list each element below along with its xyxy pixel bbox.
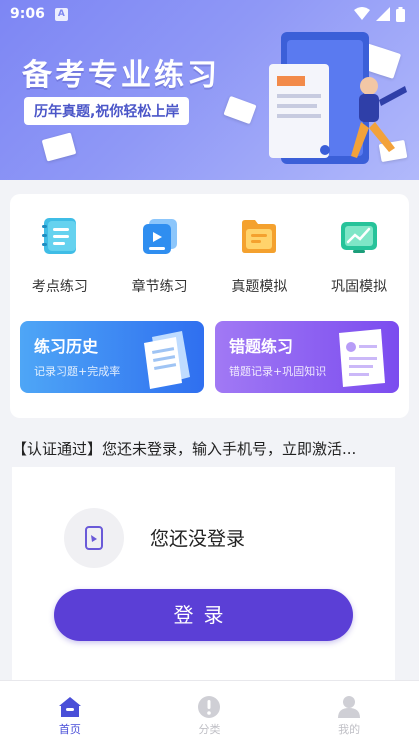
- tab-profile[interactable]: 我的: [279, 681, 419, 744]
- practice-card: 考点练习 章节练习 真题模拟 巩固模拟 练习历史 记录习题+完成率 错题练习 错…: [10, 194, 409, 418]
- floating-paper-icon: [41, 132, 77, 162]
- tab-category[interactable]: 分类: [140, 681, 280, 744]
- feature-wrong-questions[interactable]: 错题练习 错题记录+巩固知识: [215, 321, 399, 393]
- tab-home[interactable]: 首页: [0, 681, 140, 744]
- status-time: 9:06: [10, 6, 45, 22]
- exam-illustration-icon: [269, 32, 407, 164]
- grid-label-exam-points: 考点练习: [31, 279, 88, 295]
- paper-stack-icon: [144, 331, 190, 389]
- category-icon: [197, 695, 221, 719]
- grid-item-review-sim[interactable]: 巩固模拟: [309, 214, 409, 296]
- tab-label-home: 首页: [58, 723, 81, 736]
- banner-title: 备考专业练习: [22, 58, 220, 93]
- status-bar: 9:06 A: [0, 0, 419, 28]
- login-prompt-text: 您还没登录: [150, 528, 246, 550]
- battery-icon: [396, 6, 405, 22]
- home-icon: [58, 695, 82, 719]
- scroll-icon: [339, 329, 385, 387]
- grid-label-review-sim: 巩固模拟: [331, 279, 388, 295]
- status-icons: [354, 6, 405, 22]
- signal-icon: [376, 7, 390, 21]
- wifi-icon: [354, 7, 370, 20]
- feature-subtitle-wrong-questions: 错题记录+巩固知识: [229, 365, 327, 378]
- login-notice[interactable]: 【认证通过】您还未登录，输入手机号，立即激活...: [12, 438, 412, 459]
- login-button[interactable]: 登录: [54, 589, 353, 641]
- bottom-tab-bar: 首页 分类 我的: [0, 680, 419, 744]
- grid-item-past-exam-sim[interactable]: 真题模拟: [210, 214, 310, 296]
- feature-title-wrong-questions: 错题练习: [229, 337, 294, 356]
- feature-subtitle-practice-history: 记录习题+完成率: [34, 365, 121, 378]
- grid-item-exam-points[interactable]: 考点练习: [10, 214, 110, 296]
- feature-practice-history[interactable]: 练习历史 记录习题+完成率: [20, 321, 204, 393]
- tab-label-category: 分类: [198, 723, 221, 736]
- practice-grid: 考点练习 章节练习 真题模拟 巩固模拟: [10, 214, 409, 296]
- chart-board-icon: [337, 214, 381, 258]
- grid-label-past-exam-sim: 真题模拟: [231, 279, 288, 295]
- phone-icon: [85, 526, 103, 550]
- folder-message-icon: [237, 214, 281, 258]
- video-card-icon: [138, 214, 182, 258]
- notebook-icon: [38, 214, 82, 258]
- feature-title-practice-history: 练习历史: [34, 337, 99, 356]
- grid-label-chapter-practice: 章节练习: [131, 279, 188, 295]
- tab-label-profile: 我的: [338, 723, 361, 736]
- login-card: 您还没登录 登录: [12, 467, 395, 687]
- banner-subtitle: 历年真题,祝你轻松上岸: [24, 97, 190, 125]
- notification-icon: A: [54, 7, 68, 21]
- profile-icon: [337, 695, 361, 719]
- grid-item-chapter-practice[interactable]: 章节练习: [110, 214, 210, 296]
- avatar: [64, 508, 124, 568]
